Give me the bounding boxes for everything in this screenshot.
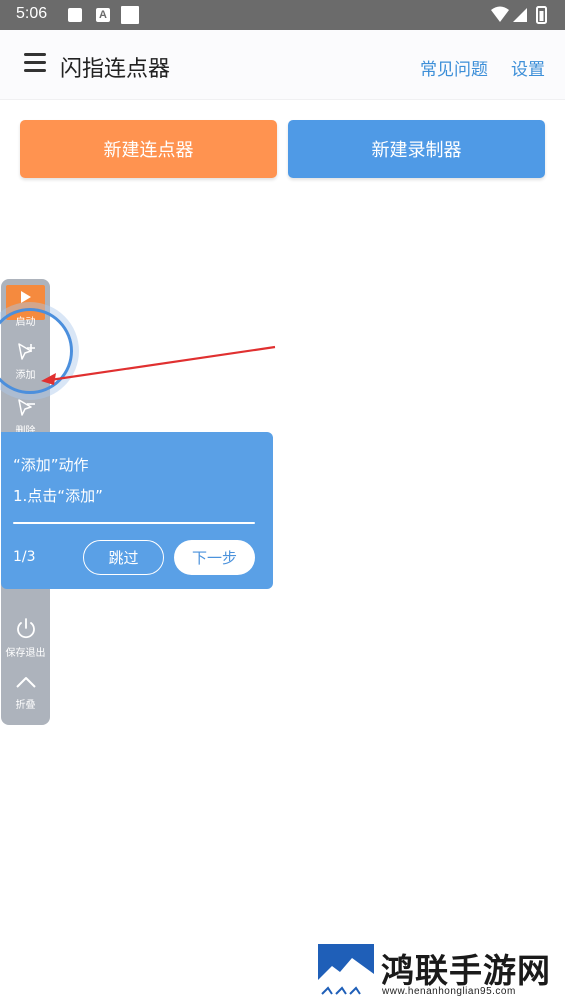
watermark-url: www.henanhonglian95.com (382, 986, 516, 997)
save-exit-label: 保存退出 (5, 648, 46, 659)
notification-square-icon (68, 8, 82, 22)
guide-tooltip: “添加”动作 1.点击“添加” 1/3 跳过 下一步 (1, 432, 273, 589)
skip-button[interactable]: 跳过 (83, 540, 164, 575)
status-time: 5:06 (16, 5, 48, 22)
tooltip-counter: 1/3 (13, 549, 36, 565)
watermark-logo-icon (318, 944, 374, 1000)
tooltip-divider (13, 522, 255, 524)
faq-link[interactable]: 常见问题 (420, 55, 488, 80)
tooltip-title: “添加”动作 (13, 456, 89, 474)
new-clicker-button[interactable]: 新建连点器 (20, 120, 277, 178)
watermark-text: 鸿联手游网 (381, 951, 551, 990)
play-icon (21, 291, 31, 303)
next-step-button[interactable]: 下一步 (174, 540, 255, 575)
save-exit-button[interactable]: 保存退出 (1, 617, 50, 659)
chevron-up-icon (15, 677, 36, 688)
status-right-icons (491, 6, 547, 24)
new-recorder-button[interactable]: 新建录制器 (288, 120, 545, 178)
signal-icon (513, 8, 527, 22)
app-bar: 闪指连点器 常见问题 设置 (0, 30, 565, 100)
a-box-icon: A (96, 8, 110, 22)
power-icon (16, 618, 35, 639)
watermark: 鸿联手游网 www.henanhonglian95.com (318, 944, 558, 1000)
hamburger-menu-icon[interactable] (24, 53, 46, 73)
guide-arrow (41, 345, 276, 385)
tooltip-step: 1.点击“添加” (13, 487, 103, 505)
page-title: 闪指连点器 (60, 57, 171, 82)
status-bar: 5:06 A (0, 0, 565, 30)
settings-link[interactable]: 设置 (511, 55, 545, 80)
collapse-button[interactable]: 折叠 (1, 673, 50, 711)
blank-square-icon (121, 6, 139, 24)
cursor-remove-icon (17, 399, 35, 416)
remove-action-button[interactable]: 删除 (1, 397, 50, 437)
wifi-icon (491, 6, 509, 22)
collapse-label: 折叠 (15, 700, 36, 711)
